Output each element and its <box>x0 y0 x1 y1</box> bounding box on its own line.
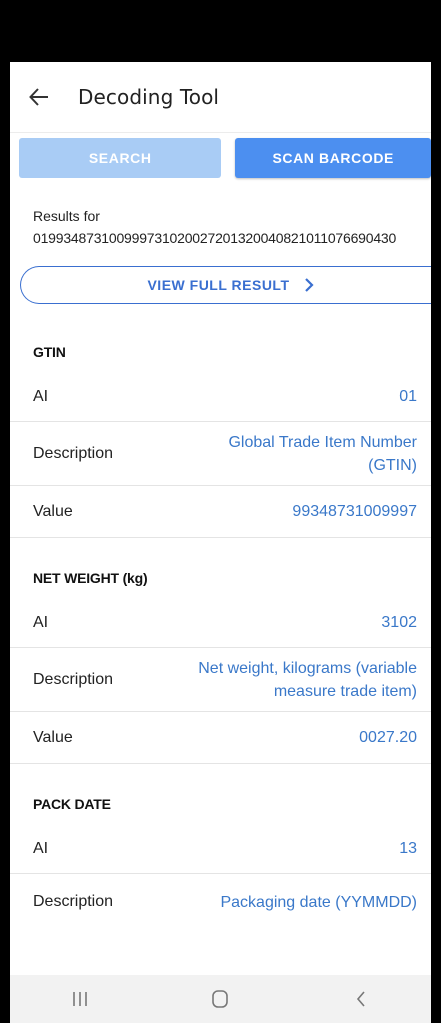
table-row: Value 0027.20 <box>10 712 431 764</box>
chevron-right-icon <box>304 278 314 292</box>
section-gtin: GTIN AI 01 Description Global Trade Item… <box>10 332 431 538</box>
action-buttons: SEARCH SCAN BARCODE <box>10 133 431 178</box>
row-value: Global Trade Item Number (GTIN) <box>228 433 417 474</box>
view-full-result-label: VIEW FULL RESULT <box>147 277 290 293</box>
row-value: 3102 <box>381 614 417 631</box>
back-icon[interactable] <box>321 979 401 1019</box>
home-icon[interactable] <box>180 979 260 1019</box>
section-title: PACK DATE <box>33 796 111 812</box>
row-key: AI <box>33 387 49 405</box>
section-title: GTIN <box>33 344 66 360</box>
phone-frame: Decoding Tool SEARCH SCAN BARCODE Result… <box>0 0 441 1023</box>
system-nav-bar <box>10 975 431 1023</box>
row-value: 99348731009997 <box>292 503 417 520</box>
scan-barcode-button[interactable]: SCAN BARCODE <box>235 138 431 178</box>
row-key: Description <box>33 670 114 688</box>
results-code: 0199348731009997310200272013200408210110… <box>33 230 397 246</box>
search-button[interactable]: SEARCH <box>19 138 222 178</box>
app-bar: Decoding Tool <box>10 62 431 133</box>
row-value: Net weight, kilograms (variable measure … <box>198 659 417 700</box>
table-row: Description Net weight, kilograms (varia… <box>10 648 431 712</box>
row-key: Description <box>33 893 114 910</box>
row-key: Description <box>33 444 114 462</box>
recent-apps-icon[interactable] <box>40 979 120 1019</box>
section-title: NET WEIGHT (kg) <box>33 570 148 586</box>
table-row: Description Global Trade Item Number (GT… <box>10 422 431 486</box>
view-full-result-button[interactable]: VIEW FULL RESULT <box>20 266 431 304</box>
page-title: Decoding Tool <box>78 85 220 109</box>
table-row: Value 99348731009997 <box>10 486 431 538</box>
row-key: AI <box>33 839 49 857</box>
row-key: AI <box>33 613 49 631</box>
results-label: Results for <box>33 208 100 224</box>
row-key: Value <box>33 728 73 746</box>
table-row: AI 13 <box>10 824 431 874</box>
table-row: AI 3102 <box>10 598 431 648</box>
row-value: 13 <box>399 840 417 857</box>
section-pack-date: PACK DATE AI 13 Description Packaging da… <box>10 784 431 930</box>
row-key: Value <box>33 502 73 520</box>
row-value: Packaging date (YYMMDD) <box>220 893 417 911</box>
table-row: AI 01 <box>10 372 431 422</box>
app-screen: Decoding Tool SEARCH SCAN BARCODE Result… <box>10 62 431 1023</box>
row-value: 0027.20 <box>359 729 417 746</box>
row-value: 01 <box>399 388 417 405</box>
back-arrow-icon[interactable] <box>28 86 50 108</box>
table-row: Description Packaging date (YYMMDD) <box>10 874 431 930</box>
section-net-weight: NET WEIGHT (kg) AI 3102 Description Net … <box>10 558 431 764</box>
